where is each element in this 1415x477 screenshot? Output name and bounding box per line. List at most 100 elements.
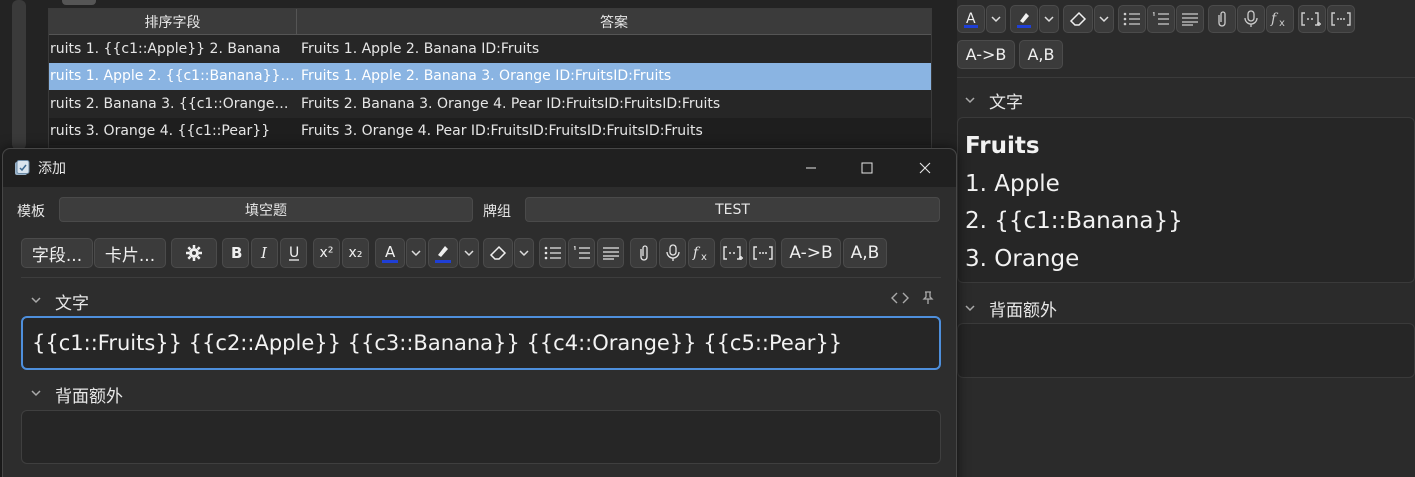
cloze-same-button[interactable] (749, 238, 776, 268)
options-button[interactable] (171, 238, 217, 268)
italic-button[interactable]: I (251, 238, 278, 268)
html-editor-icon[interactable] (891, 291, 909, 305)
svg-text:x: x (1279, 18, 1285, 28)
underline-icon: U (288, 245, 299, 261)
mathjax-button[interactable]: fx (688, 238, 715, 268)
numbered-list-button[interactable] (1147, 5, 1175, 33)
function-icon: fx (692, 245, 707, 262)
field-label-back-extra[interactable]: 背面额外 (55, 382, 123, 407)
cloze-plus-icon (722, 246, 743, 260)
bulleted-list-button[interactable] (1118, 5, 1146, 33)
highlight-dropdown[interactable] (459, 238, 479, 268)
cloze-same-button[interactable] (1327, 5, 1355, 33)
microphone-icon (665, 244, 680, 261)
ab-button[interactable]: A,B (1019, 40, 1063, 69)
field-label-text[interactable]: 文字 (989, 88, 1023, 113)
eraser-button[interactable] (1063, 5, 1093, 33)
eraser-dropdown[interactable] (1094, 5, 1114, 33)
attach-button[interactable] (1208, 5, 1236, 33)
chevron-down-icon[interactable] (963, 93, 977, 107)
bold-button[interactable]: B (222, 238, 249, 268)
sidebar-scrollbar[interactable] (12, 0, 26, 150)
cell-sort-field: ruits 1. {{c1::Apple}} 2. Banana (50, 40, 281, 57)
table-row[interactable]: ruits 2. Banana 3. {{c1::Orange}} 4… Fru… (49, 90, 931, 118)
svg-text:A: A (966, 11, 976, 27)
title-bar[interactable]: 添加 (3, 149, 956, 187)
text-color-button[interactable]: A (375, 238, 405, 268)
cloze-new-button[interactable] (1298, 5, 1326, 33)
toolbar-divider (957, 77, 1415, 78)
gear-icon (186, 245, 202, 261)
highlight-button[interactable] (1010, 5, 1038, 33)
chevron-down-icon[interactable] (963, 301, 977, 315)
numbered-list-button[interactable] (568, 238, 595, 268)
subscript-icon: x₂ (348, 245, 363, 261)
cloze-template-button[interactable]: A->B (781, 238, 841, 268)
cloze-new-button[interactable] (720, 238, 747, 268)
text-color-button[interactable]: A (957, 5, 985, 33)
underline-button[interactable]: U (280, 238, 307, 268)
field-label-back-extra[interactable]: 背面额外 (989, 296, 1057, 321)
back-extra-field-editor[interactable] (957, 323, 1415, 378)
eraser-dropdown[interactable] (514, 238, 534, 268)
maximize-button[interactable] (838, 149, 896, 187)
pin-icon[interactable] (921, 291, 935, 305)
chevron-down-icon[interactable] (29, 293, 43, 307)
highlighter-icon (435, 246, 451, 263)
eraser-button[interactable] (483, 238, 513, 268)
chevron-down-icon (464, 250, 474, 257)
highlight-dropdown[interactable] (1039, 5, 1059, 33)
field-label-text[interactable]: 文字 (55, 289, 89, 314)
svg-text:I: I (260, 245, 268, 261)
note-type-label: 模板 (17, 204, 45, 220)
cards-table: 排序字段 答案 ruits 1. {{c1::Apple}} 2. Banana… (48, 8, 932, 150)
fields-button[interactable]: 字段... (21, 238, 93, 268)
minimize-button[interactable] (782, 149, 840, 187)
text-field-input[interactable]: {{c1::Fruits}} {{c2::Apple}} {{c3::Banan… (21, 316, 941, 370)
svg-text:A: A (385, 243, 396, 261)
text-color-dropdown[interactable] (406, 238, 426, 268)
text-color-icon: A (964, 11, 978, 28)
cell-sort-field: ruits 3. Orange 4. {{c1::Pear}} (50, 123, 271, 140)
svg-text:B: B (231, 245, 242, 261)
deck-selector[interactable]: TEST (525, 197, 940, 222)
field-line: Fruits (965, 133, 1040, 159)
mathjax-button[interactable]: fx (1266, 5, 1294, 33)
cell-answer: Fruits 2. Banana 3. Orange 4. Pear ID:Fr… (301, 95, 721, 112)
chevron-down-icon (519, 250, 529, 257)
numbered-list-icon (1152, 12, 1169, 25)
bulleted-list-button[interactable] (539, 238, 566, 268)
align-button[interactable] (1176, 5, 1204, 33)
svg-text:f: f (1270, 11, 1279, 27)
close-button[interactable] (896, 149, 954, 187)
cards-button[interactable]: 卡片... (94, 238, 166, 268)
svg-text:f: f (692, 245, 701, 261)
column-header-answer[interactable]: 答案 (297, 9, 931, 34)
ab-button[interactable]: A,B (843, 238, 887, 268)
top-tab-stub (62, 0, 96, 5)
table-row-selected[interactable]: ruits 1. Apple 2. {{c1::Banana}} 3. … Fr… (49, 62, 931, 90)
bold-icon: B (231, 245, 242, 261)
record-audio-button[interactable] (1237, 5, 1265, 33)
cloze-template-button[interactable]: A->B (957, 40, 1015, 69)
table-row[interactable]: ruits 3. Orange 4. {{c1::Pear}} Fruits 3… (49, 117, 931, 145)
highlight-button[interactable] (428, 238, 458, 268)
text-field-editor[interactable]: Fruits 1. Apple 2. {{c1::Banana}} 3. Ora… (957, 117, 1415, 283)
superscript-button[interactable]: x² (313, 238, 340, 268)
svg-text:x: x (701, 252, 707, 262)
chevron-down-icon (1099, 16, 1109, 23)
maximize-icon (861, 162, 873, 174)
chevron-down-icon[interactable] (29, 386, 43, 400)
cloze-plus-icon (1301, 12, 1321, 26)
attach-button[interactable] (630, 238, 657, 268)
table-row[interactable]: ruits 1. {{c1::Apple}} 2. Banana Fruits … (49, 35, 931, 63)
field-line: 1. Apple (965, 170, 1060, 197)
column-header-sort-field[interactable]: 排序字段 (49, 9, 297, 34)
text-color-dropdown[interactable] (986, 5, 1006, 33)
note-type-selector[interactable]: 填空题 (59, 197, 473, 222)
back-extra-field-input[interactable] (21, 410, 941, 464)
align-button[interactable] (597, 238, 624, 268)
align-left-icon (1182, 13, 1198, 26)
record-audio-button[interactable] (659, 238, 686, 268)
subscript-button[interactable]: x₂ (342, 238, 369, 268)
